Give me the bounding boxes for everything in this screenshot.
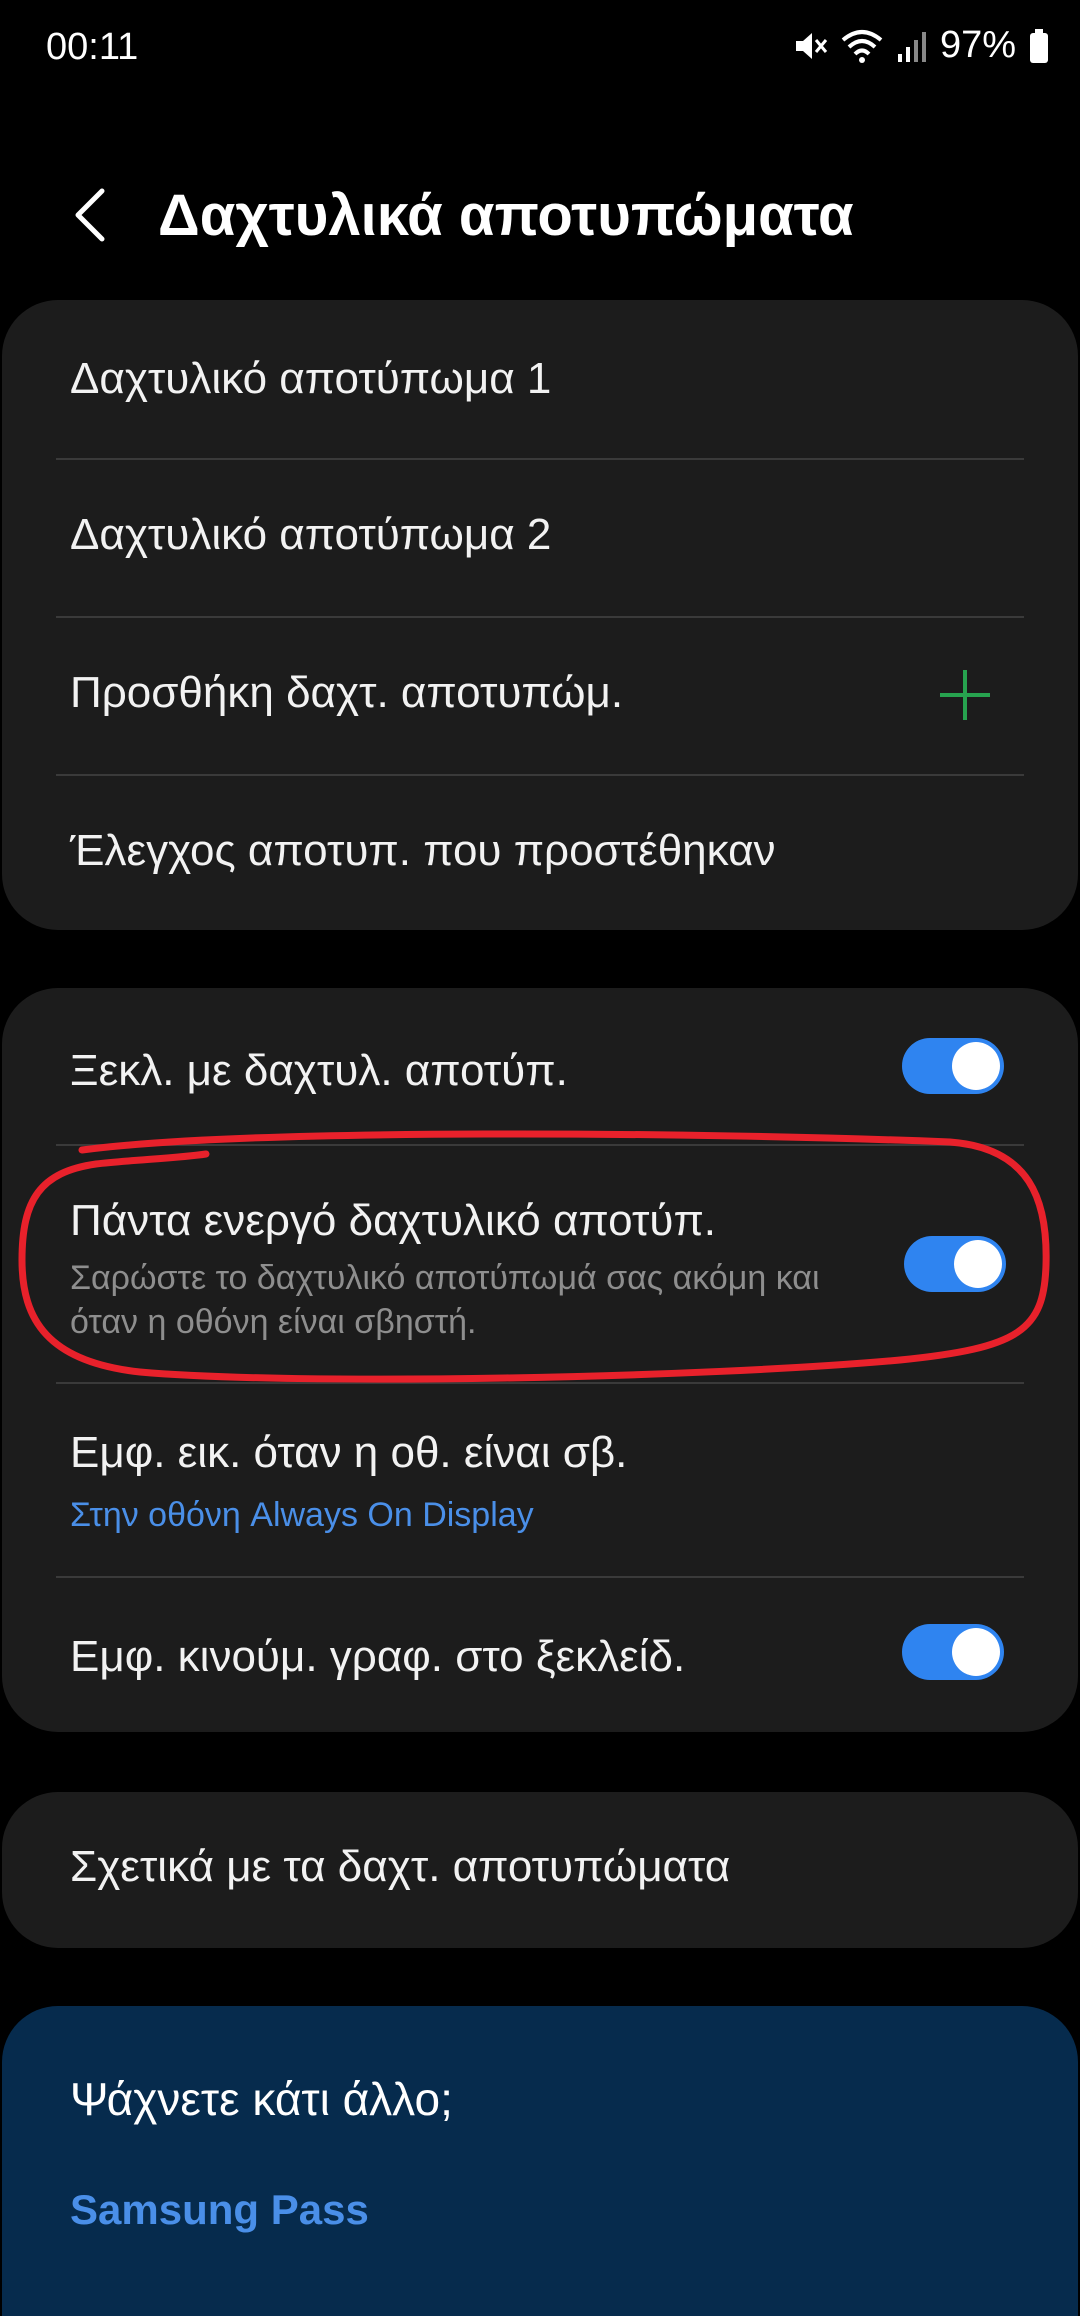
toggle-knob [952,1628,1000,1676]
unlock-animation-label: Εμφ. κινούμ. γραφ. στο ξεκλείδ. [70,1632,686,1681]
chevron-left-icon [75,188,105,242]
help-title: Ψάχνετε κάτι άλλο; [70,2073,453,2125]
samsung-pass-link[interactable]: Samsung Pass [70,2186,369,2234]
about-card[interactable]: Σχετικά με τα δαχτ. αποτυπώματα [2,1792,1078,1948]
signal-icon [897,31,926,62]
status-time: 00:11 [46,26,139,68]
show-icon-screen-off-value: Στην οθόνη Always On Display [70,1496,534,1534]
battery-icon [1030,28,1048,63]
status-icons: 97% [792,24,1050,67]
about-fingerprints-label: Σχετικά με τα δαχτ. αποτυπώματα [70,1842,731,1891]
add-fingerprint-label: Προσθήκη δαχτ. αποτυπώμ. [70,668,624,717]
unlock-animation-item[interactable]: Εμφ. κινούμ. γραφ. στο ξεκλείδ. [2,1578,1078,1732]
back-button[interactable] [60,180,120,250]
status-bar: 00:11 97% [0,0,1080,100]
battery-level: 97% [939,24,1016,66]
fingerprint-unlock-toggle[interactable] [902,1038,1004,1094]
fingerprint-2-item[interactable]: Δαχτυλικό αποτύπωμα 2 [2,460,1078,618]
toggle-knob [954,1240,1002,1288]
app-header: Δαχτυλικά αποτυπώματα [0,160,1080,270]
mute-icon [795,32,828,59]
help-card: Ψάχνετε κάτι άλλο; Samsung Pass [2,2006,1078,2316]
unlock-animation-toggle[interactable] [902,1624,1004,1680]
check-fingerprints-item[interactable]: Έλεγχος αποτυπ. που προστέθηκαν [2,776,1078,930]
fingerprint-unlock-item[interactable]: Ξεκλ. με δαχτυλ. αποτύπ. [2,988,1078,1146]
add-fingerprint-item[interactable]: Προσθήκη δαχτ. αποτυπώμ. [2,618,1078,776]
show-icon-screen-off-item[interactable]: Εμφ. εικ. όταν η οθ. είναι σβ. Στην οθόν… [2,1384,1078,1578]
fingerprint-1-label: Δαχτυλικό αποτύπωμα 1 [70,354,552,403]
check-fingerprints-label: Έλεγχος αποτυπ. που προστέθηκαν [70,826,776,875]
plus-icon [940,670,990,720]
wifi-icon [841,29,883,63]
fingerprint-2-label: Δαχτυλικό αποτύπωμα 2 [70,510,552,559]
fingerprint-unlock-label: Ξεκλ. με δαχτυλ. αποτύπ. [70,1046,568,1095]
show-icon-screen-off-label: Εμφ. εικ. όταν η οθ. είναι σβ. [70,1428,628,1477]
fingerprint-1-item[interactable]: Δαχτυλικό αποτύπωμα 1 [2,300,1078,460]
page-title: Δαχτυλικά αποτυπώματα [158,183,854,248]
always-on-fingerprint-description: Σαρώστε το δαχτυλικό αποτύπωμά σας ακόμη… [70,1259,820,1341]
fingerprints-card: Δαχτυλικό αποτύπωμα 1 Δαχτυλικό αποτύπωμ… [2,300,1078,930]
toggle-knob [952,1042,1000,1090]
options-card: Ξεκλ. με δαχτυλ. αποτύπ. Πάντα ενεργό δα… [2,988,1078,1732]
always-on-fingerprint-toggle-switch[interactable] [904,1236,1006,1292]
always-on-fingerprint-label: Πάντα ενεργό δαχτυλικό αποτύπ. [70,1196,717,1245]
